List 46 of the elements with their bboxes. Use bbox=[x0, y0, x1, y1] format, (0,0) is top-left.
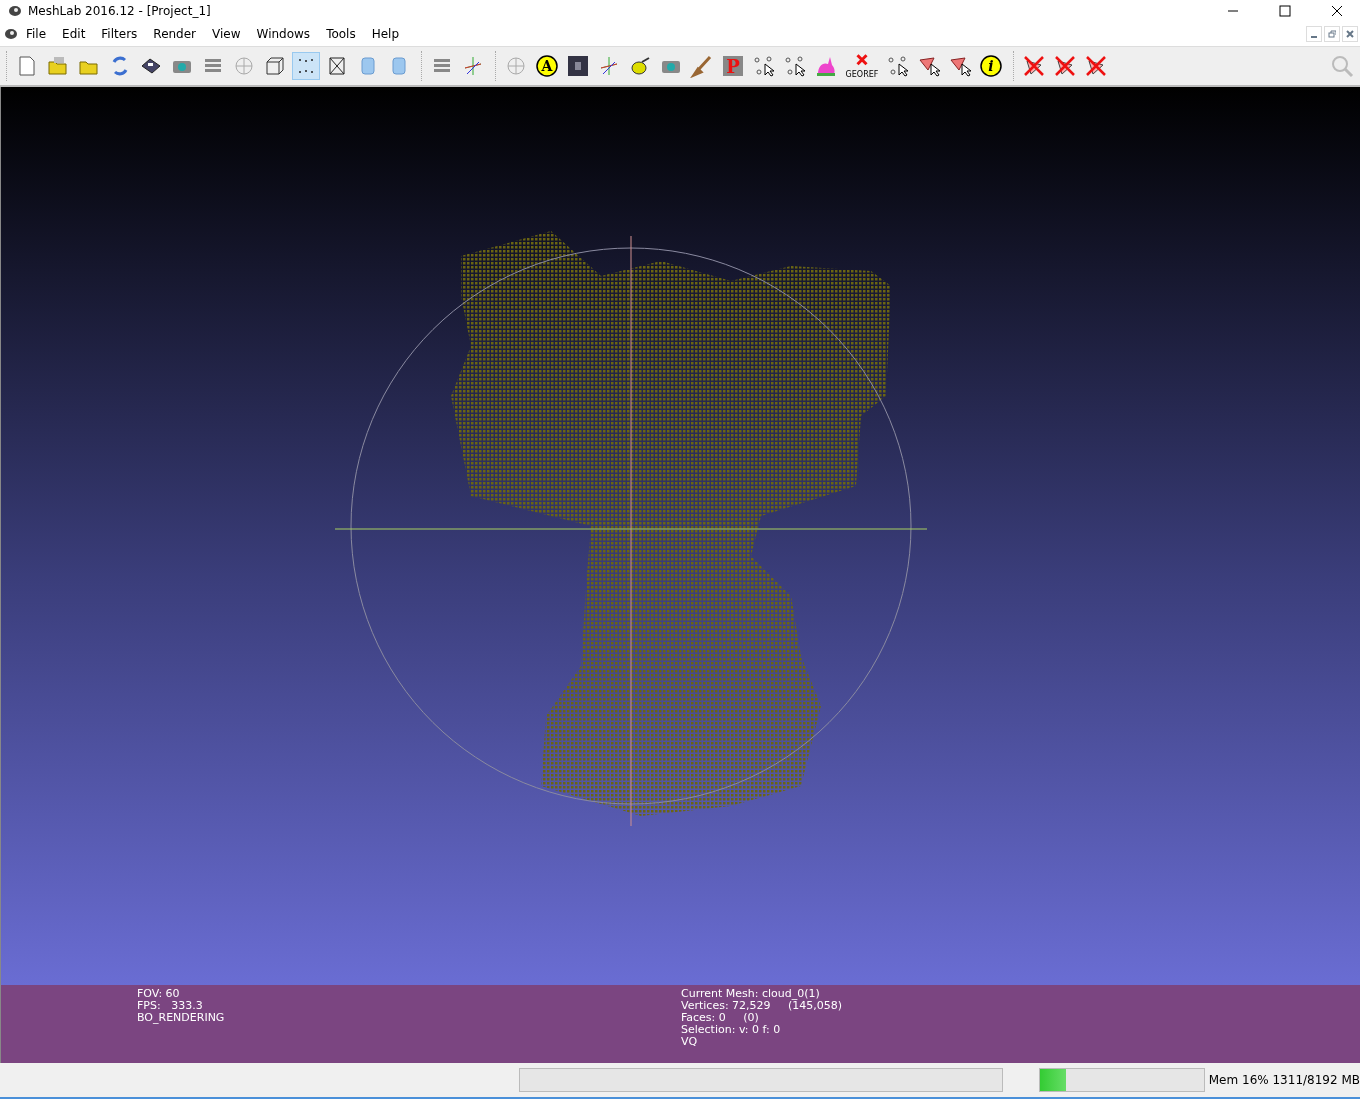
cursor-icon bbox=[886, 54, 910, 78]
cursor-icon bbox=[752, 54, 776, 78]
menu-item[interactable]: Edit bbox=[54, 25, 94, 43]
memory-text: Mem 16% 1311/8192 MB bbox=[1208, 1073, 1360, 1087]
cursor-icon bbox=[948, 54, 972, 78]
toolbar-button[interactable]: GEOREF bbox=[843, 52, 881, 80]
menu-item[interactable]: File bbox=[18, 25, 55, 43]
close-icon bbox=[1331, 5, 1343, 17]
cross-icon bbox=[1084, 54, 1108, 78]
menu-item[interactable]: Render bbox=[145, 25, 205, 43]
cursor-icon bbox=[783, 54, 807, 78]
menu-item[interactable]: Filters bbox=[93, 25, 146, 43]
cross-icon bbox=[1053, 54, 1077, 78]
render-info-text: BO_RENDERING bbox=[137, 1012, 226, 1024]
menu-item[interactable]: View bbox=[204, 25, 249, 43]
app-logo-icon bbox=[4, 27, 18, 41]
restore-icon bbox=[1328, 30, 1336, 38]
close-button[interactable] bbox=[1342, 26, 1358, 42]
render-info-text: FOV: 60 bbox=[137, 988, 181, 1000]
folder-icon bbox=[46, 54, 70, 78]
mesh-info-text: Vertices: 72,529 (145,058) bbox=[681, 1000, 843, 1012]
app-logo-icon bbox=[8, 4, 22, 18]
globe-icon bbox=[232, 54, 256, 78]
close-icon bbox=[1346, 30, 1354, 38]
menu-item[interactable]: Tools bbox=[318, 25, 364, 43]
circle-icon bbox=[535, 54, 559, 78]
render-info-text: FPS: 333.3 bbox=[137, 1000, 204, 1012]
toolbar-button[interactable]: i bbox=[977, 52, 1005, 80]
mesh-info-text: Current Mesh: cloud_0(1) bbox=[681, 988, 820, 1000]
mesh-info-text: Faces: 0 (0) bbox=[681, 1012, 760, 1024]
restore-button[interactable] bbox=[1324, 26, 1340, 42]
minimize-button[interactable] bbox=[1306, 26, 1322, 42]
mesh-info-text: VQ bbox=[681, 1036, 699, 1048]
window-title: MeshLab 2016.12 - [Project_1] bbox=[28, 4, 212, 18]
mesh-info-text: Selection: v: 0 f: 0 bbox=[681, 1024, 782, 1036]
circle-icon bbox=[979, 54, 1003, 78]
menu-item[interactable]: Help bbox=[363, 25, 408, 43]
menu-item[interactable]: Windows bbox=[248, 25, 319, 43]
cursor-icon bbox=[917, 54, 941, 78]
maximize-icon bbox=[1279, 5, 1291, 17]
toolbar-button[interactable] bbox=[292, 52, 320, 80]
square-icon bbox=[721, 54, 745, 78]
cube-icon bbox=[263, 54, 287, 78]
cross-icon bbox=[1022, 54, 1046, 78]
globe-icon bbox=[504, 54, 528, 78]
toolbar-button[interactable]: A bbox=[533, 52, 561, 80]
